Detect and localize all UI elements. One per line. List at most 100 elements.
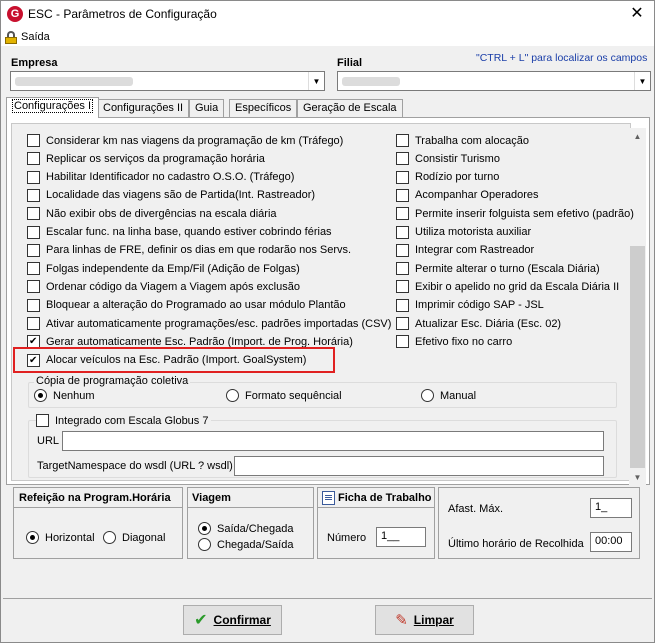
radio-label: Chegada/Saída [217,538,294,551]
globus-checkbox-row[interactable]: Integrado com Escala Globus 7 [36,412,212,429]
option-checkbox[interactable] [396,262,409,276]
copia-option-manual[interactable]: Manual [421,389,476,402]
afast-field[interactable]: 1_ [590,498,632,518]
refeicao-option-diagonal[interactable]: Diagonal [103,531,165,544]
empresa-select[interactable]: ▼ [10,71,325,91]
left-option[interactable]: Considerar km nas viagens da programação… [27,132,343,149]
copia-option-nenhum[interactable]: Nenhum [34,389,95,402]
url-label: URL [37,435,60,447]
tab-configuracoes-i[interactable]: Configurações I [6,97,100,118]
option-label: Efetivo fixo no carro [415,335,513,348]
limpar-button[interactable]: ✎ Limpar [375,605,474,635]
option-checkbox[interactable] [27,243,40,257]
right-option[interactable]: Efetivo fixo no carro [396,333,512,350]
option-checkbox[interactable] [396,207,409,221]
option-checkbox[interactable] [27,262,40,276]
scroll-down-icon[interactable]: ▼ [629,469,646,486]
option-label: Rodízio por turno [415,171,500,184]
option-checkbox[interactable] [27,207,40,221]
option-checkbox[interactable] [27,317,40,330]
left-option[interactable]: Ordenar código da Viagem a Viagem após e… [27,278,300,295]
copia-option-formato[interactable]: Formato sequêncial [226,389,342,402]
right-option[interactable]: Utiliza motorista auxiliar [396,224,531,241]
option-checkbox[interactable] [396,243,409,257]
window-title: ESC - Parâmetros de Configuração [28,7,217,21]
option-checkbox[interactable] [396,225,409,239]
menu-item-sair[interactable]: Saída [5,29,50,45]
left-option[interactable]: Não exibir obs de divergências na escala… [27,205,277,222]
left-option[interactable]: Ativar automaticamente programações/esc.… [27,315,391,332]
right-option[interactable]: Permite alterar o turno (Escala Diária) [396,260,600,277]
radio-icon [103,531,116,544]
right-option[interactable]: Integrar com Rastreador [396,242,534,259]
option-checkbox[interactable] [396,188,409,202]
confirmar-button[interactable]: ✔ Confirmar [183,605,282,635]
option-label: Imprimir código SAP - JSL [415,299,544,312]
radio-label: Horizontal [45,531,95,544]
tab-geracao-escala[interactable]: Geração de Escala [297,99,403,117]
option-label: Para linhas de FRE, definir os dias em q… [46,244,352,257]
highlight-box [13,347,335,373]
radio-icon [198,538,211,551]
chevron-down-icon[interactable]: ▼ [308,72,324,90]
option-checkbox[interactable] [396,152,409,166]
right-option[interactable]: Exibir o apelido no grid da Escala Diári… [396,278,619,295]
radio-label: Formato sequêncial [245,389,342,402]
filial-select[interactable]: ▼ [337,71,651,91]
scroll-up-icon[interactable]: ▲ [629,128,646,145]
right-option[interactable]: Permite inserir folguista sem efetivo (p… [396,205,634,222]
empresa-value-redacted [15,77,133,86]
option-checkbox[interactable] [396,298,409,312]
app-logo-icon: G [7,6,23,22]
right-option[interactable]: Trabalha com alocação [396,132,529,149]
option-label: Não exibir obs de divergências na escala… [46,207,277,220]
option-checkbox[interactable] [27,170,40,184]
viagem-option-chegada-saida[interactable]: Chegada/Saída [198,538,293,551]
scrollbar-thumb[interactable] [630,246,645,468]
radio-selected-icon [26,531,39,544]
right-option[interactable]: Rodízio por turno [396,169,499,186]
left-option[interactable]: Replicar os serviços da programação horá… [27,150,265,167]
right-option[interactable]: Acompanhar Operadores [396,187,539,204]
option-checkbox[interactable] [27,225,40,239]
left-option[interactable]: Escalar func. na linha base, quando esti… [27,224,332,241]
url-field[interactable] [62,431,604,451]
right-option[interactable]: Atualizar Esc. Diária (Esc. 02) [396,315,561,332]
option-checkbox[interactable] [396,280,409,294]
option-checkbox[interactable] [27,188,40,202]
right-option[interactable]: Imprimir código SAP - JSL [396,297,544,314]
refeicao-option-horizontal[interactable]: Horizontal [26,531,95,544]
option-checkbox[interactable] [396,134,409,147]
left-option[interactable]: Para linhas de FRE, definir os dias em q… [27,242,351,259]
option-label: Considerar km nas viagens da programação… [46,134,344,147]
option-checkbox[interactable] [27,298,40,312]
tab-guia[interactable]: Guia [189,99,225,117]
option-checkbox[interactable] [27,152,40,166]
numero-field[interactable]: 1__ [376,527,426,547]
recolhida-field[interactable]: 00:00 [590,532,632,552]
namespace-field[interactable] [234,456,604,476]
option-checkbox[interactable] [396,317,409,330]
viagem-option-saida-chegada[interactable]: Saída/Chegada [198,522,293,535]
option-label: Atualizar Esc. Diária (Esc. 02) [415,317,562,330]
globus-checkbox[interactable] [36,414,49,427]
refeicao-title: Refeição na Program.Horária [19,492,171,504]
tab-configuracoes-ii[interactable]: Configurações II [97,99,190,117]
left-option[interactable]: Folgas independente da Emp/Fil (Adição d… [27,260,300,277]
left-option[interactable]: Bloquear a alteração do Programado ao us… [27,297,346,314]
option-checkbox[interactable] [396,170,409,184]
left-option[interactable]: Localidade das viagens são de Partida(In… [27,187,315,204]
option-checkbox[interactable] [27,280,40,294]
left-option[interactable]: Habilitar Identificador no cadastro O.S.… [27,169,294,186]
right-option[interactable]: Consistir Turismo [396,150,500,167]
tab-especificos[interactable]: Específicos [229,99,298,117]
filial-label: Filial [337,57,363,69]
chevron-down-icon[interactable]: ▼ [634,72,650,90]
globus-title: Integrado com Escala Globus 7 [55,414,209,427]
empresa-label: Empresa [11,57,58,69]
option-checkbox[interactable] [396,335,409,349]
close-button[interactable]: ✕ [626,4,648,24]
option-checkbox[interactable] [27,134,40,147]
vertical-scrollbar[interactable]: ▲ ▼ [629,128,646,486]
namespace-label: TargetNamespace do wsdl (URL ? wsdl) [37,460,233,472]
